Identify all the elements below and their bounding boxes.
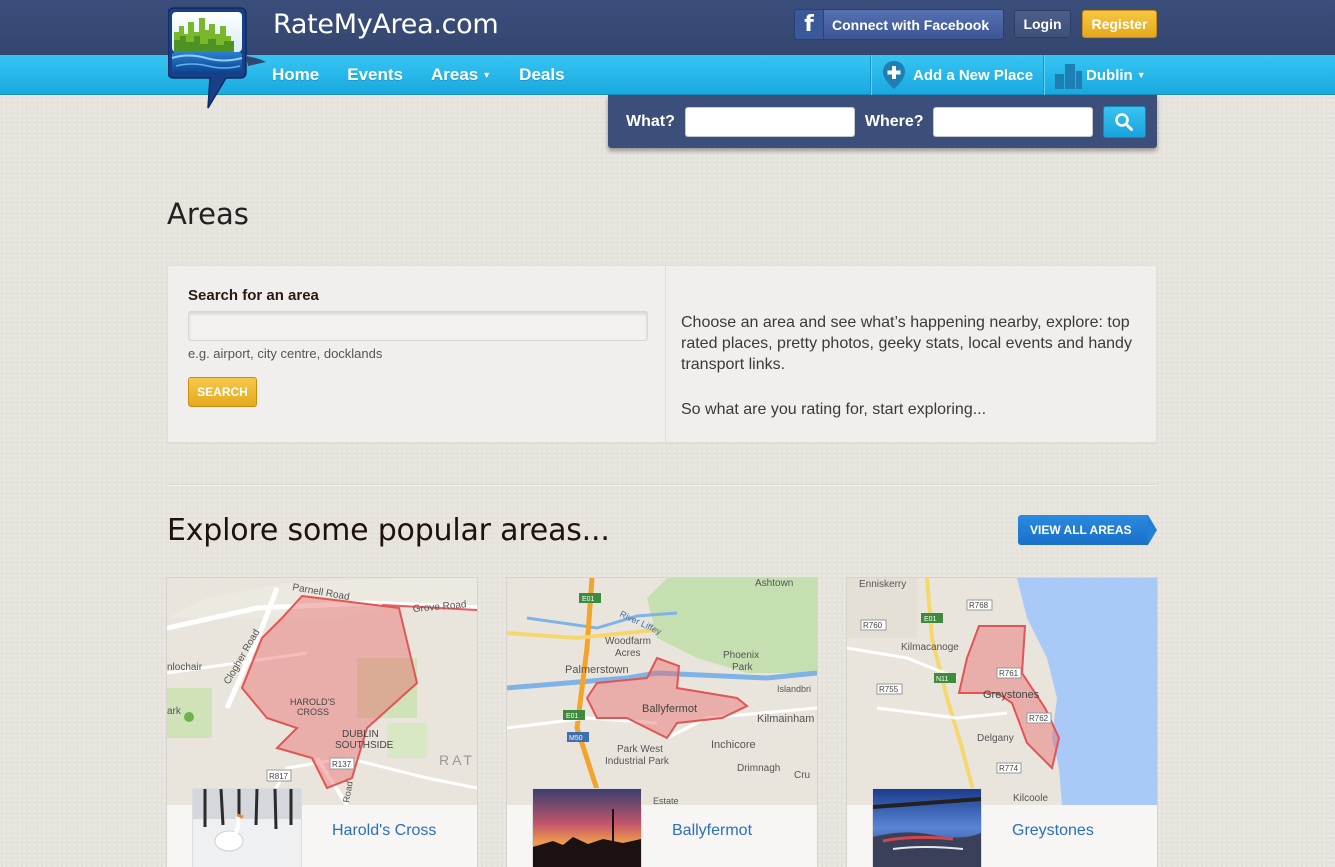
map-label: Ballyfermot — [642, 703, 697, 715]
area-name-link[interactable]: Harold's Cross — [332, 822, 436, 840]
nav-item-home-label: Home — [272, 65, 320, 84]
map-label: R774 — [999, 764, 1019, 773]
map-label: Phoenix — [723, 650, 759, 661]
map-label: N11 — [936, 676, 948, 683]
map-label: R817 — [269, 772, 289, 781]
map-label: Greystones — [983, 689, 1040, 701]
map-label: Inchicore — [711, 739, 756, 751]
nav-item-deals[interactable]: Deals — [519, 65, 564, 85]
nav-right: Add a New Place Dublin ▼ — [870, 55, 1158, 95]
map-label: Kilmacanoge — [901, 642, 959, 653]
nav-item-home[interactable]: Home — [272, 65, 319, 85]
what-label: What? — [626, 112, 675, 130]
map-label: Palmerstown — [565, 664, 629, 676]
area-card-ballyfermot[interactable]: Ashtown E01 River Liffey Woodfarm Acres … — [506, 577, 818, 867]
map-label: Acres — [615, 648, 641, 659]
area-search-hint: e.g. airport, city centre, docklands — [188, 346, 383, 361]
map-label: R137 — [332, 760, 352, 769]
page-title: Areas — [167, 197, 249, 231]
area-photo-ballyfermot[interactable] — [532, 788, 642, 867]
add-new-place-label: Add a New Place — [913, 66, 1034, 84]
areas-intro-cta: So what are you rating for, start explor… — [681, 401, 987, 418]
city-selector[interactable]: Dublin ▼ — [1044, 55, 1158, 95]
search-icon — [1115, 112, 1134, 131]
map-label: Kilmainham — [757, 713, 814, 725]
area-search-box: Search for an area e.g. airport, city ce… — [167, 265, 1157, 443]
areas-intro-text: Choose an area and see what’s happening … — [681, 314, 1132, 373]
map-label: RAT — [439, 752, 475, 768]
map-label: R760 — [863, 621, 883, 630]
map-label: Industrial Park — [605, 756, 670, 767]
area-search-input[interactable] — [188, 311, 648, 341]
map-label: R761 — [999, 669, 1019, 678]
section-divider — [167, 484, 1157, 485]
map-label: E01 — [924, 616, 937, 623]
map-label: Woodfarm — [605, 636, 651, 647]
where-input[interactable] — [932, 106, 1093, 137]
map-label: CROSS — [297, 707, 329, 717]
area-name-link[interactable]: Ballyfermot — [672, 822, 752, 840]
areas-intro: Choose an area and see what’s happening … — [681, 312, 1146, 420]
facebook-icon: f — [795, 10, 824, 39]
view-all-areas-button[interactable]: VIEW ALL AREAS — [1018, 515, 1157, 545]
map-label: Ashtown — [755, 578, 793, 589]
caret-down-icon: ▼ — [1136, 70, 1146, 80]
area-name-link[interactable]: Greystones — [1012, 822, 1094, 840]
map-label: nlochair — [167, 662, 203, 673]
brand-name[interactable]: RateMyArea.com — [273, 9, 499, 40]
map-label: Estate — [653, 796, 679, 805]
quick-search-button[interactable] — [1102, 105, 1146, 138]
area-search-button[interactable]: SEARCH — [188, 377, 257, 407]
map-label: Park West — [617, 744, 663, 755]
login-button[interactable]: Login — [1014, 10, 1071, 38]
area-photo-harolds-cross[interactable] — [192, 788, 302, 867]
add-place-pin-icon — [883, 61, 905, 89]
ratemyarea-logo-icon[interactable] — [168, 6, 266, 110]
nav-item-events-label: Events — [347, 65, 403, 84]
map-label: E01 — [582, 596, 595, 603]
area-card-greystones[interactable]: Enniskerry R768 R760 E01 Kilmacanoge R75… — [846, 577, 1158, 867]
map-label: Drimnagh — [737, 763, 780, 774]
city-label: Dublin — [1086, 66, 1133, 84]
connect-facebook-button[interactable]: f Connect with Facebook — [794, 9, 1004, 40]
map-label: SOUTHSIDE — [335, 740, 394, 751]
add-new-place-link[interactable]: Add a New Place — [871, 55, 1043, 95]
map-label: HAROLD'S — [290, 697, 335, 707]
map-label: Delgany — [977, 733, 1014, 744]
nav-item-deals-label: Deals — [519, 65, 565, 84]
nav-item-areas-label: Areas — [430, 65, 479, 84]
where-label: Where? — [864, 112, 924, 130]
map-label: ark — [167, 706, 182, 717]
map-label: Cru — [794, 770, 810, 781]
map-label: R755 — [879, 685, 899, 694]
caret-down-icon: ▼ — [482, 70, 492, 80]
quick-search-panel: What? Where? — [608, 95, 1157, 148]
map-label: E01 — [566, 713, 579, 720]
area-card-harolds-cross[interactable]: Parnell Road Grove Road Clogher Road nlo… — [166, 577, 478, 867]
arrow-right-icon — [1148, 515, 1157, 545]
map-label: R762 — [1029, 714, 1049, 723]
nav-item-events[interactable]: Events — [347, 65, 403, 85]
view-all-areas-label: VIEW ALL AREAS — [1018, 515, 1148, 545]
map-label: M50 — [569, 735, 583, 742]
connect-facebook-label: Connect with Facebook — [832, 16, 990, 33]
popular-areas-title: Explore some popular areas... — [167, 513, 610, 548]
map-label: R768 — [969, 601, 989, 610]
area-search-label: Search for an area — [188, 287, 319, 304]
nav-item-areas[interactable]: Areas ▼ — [431, 65, 491, 85]
register-button[interactable]: Register — [1082, 10, 1157, 38]
map-label: Kilcoole — [1013, 793, 1048, 804]
map-label: Islandbri — [777, 684, 811, 694]
map-label: Enniskerry — [859, 579, 906, 590]
area-search-form: Search for an area e.g. airport, city ce… — [168, 266, 666, 442]
area-photo-greystones[interactable] — [872, 788, 982, 867]
primary-nav: Home Events Areas ▼ Deals — [272, 55, 593, 95]
map-label: Park — [732, 662, 754, 673]
map-label: DUBLIN — [342, 729, 379, 740]
city-buildings-icon — [1055, 64, 1083, 89]
area-map-ballyfermot[interactable]: Ashtown E01 River Liffey Woodfarm Acres … — [507, 578, 817, 805]
area-map-greystones[interactable]: Enniskerry R768 R760 E01 Kilmacanoge R75… — [847, 578, 1157, 805]
area-map-harolds-cross[interactable]: Parnell Road Grove Road Clogher Road nlo… — [167, 578, 477, 805]
what-input[interactable] — [684, 106, 855, 137]
